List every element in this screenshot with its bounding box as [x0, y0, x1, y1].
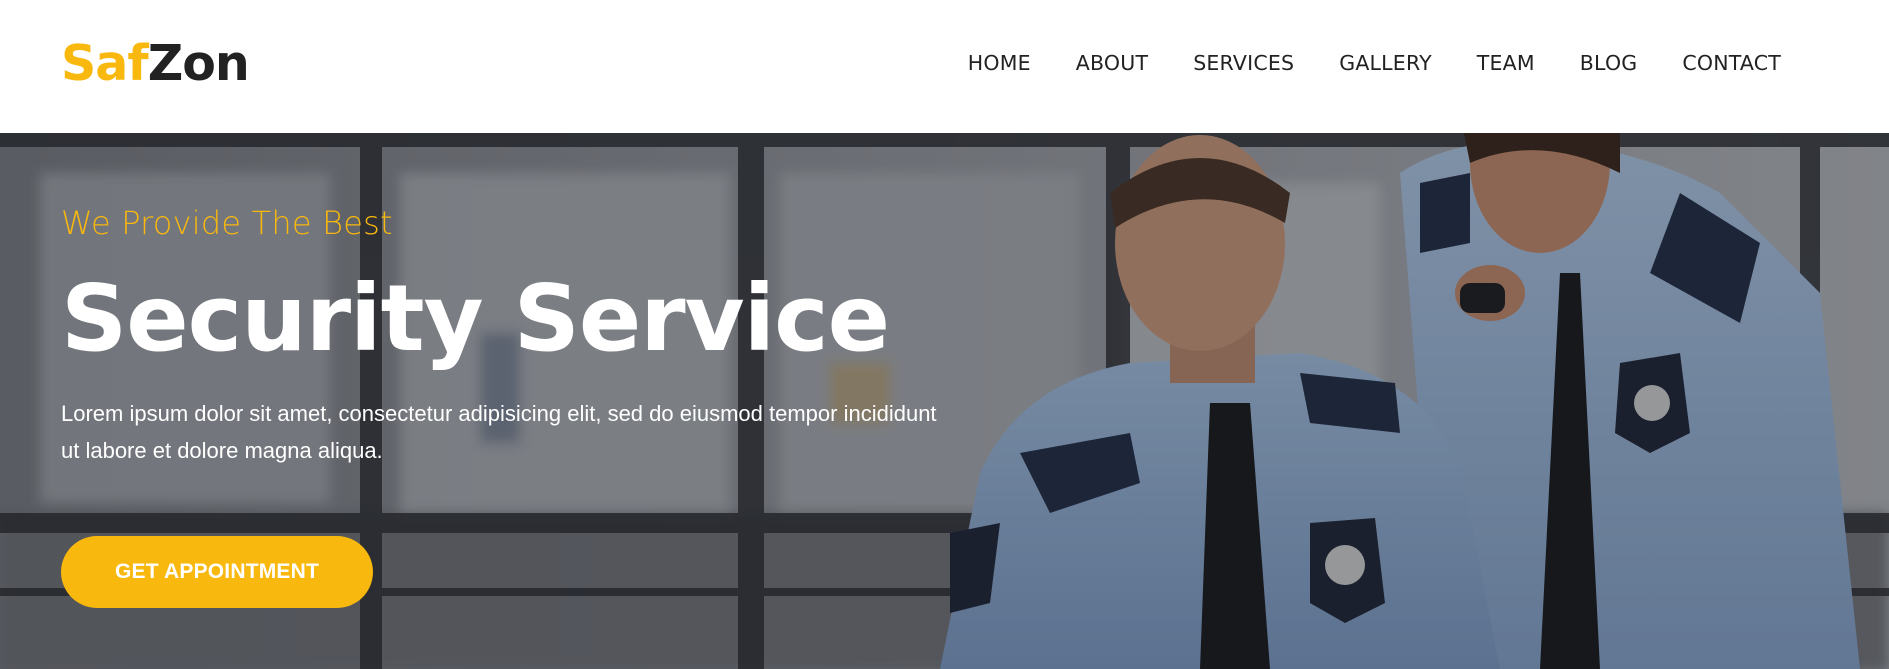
hero-description: Lorem ipsum dolor sit amet, consectetur …: [61, 401, 937, 463]
site-logo[interactable]: SafZon: [61, 35, 250, 92]
nav-item-blog[interactable]: BLOG: [1580, 50, 1638, 76]
hero-headline: Security Service: [61, 265, 890, 372]
logo-part-zon: Zon: [147, 35, 250, 92]
hero-content: We Provide The Best Security Service Lor…: [61, 205, 941, 469]
nav-item-gallery[interactable]: GALLERY: [1339, 50, 1432, 76]
nav-item-home[interactable]: HOME: [968, 50, 1031, 76]
hero-section: We Provide The Best Security Service Lor…: [0, 133, 1889, 669]
logo-part-saf: Saf: [61, 35, 149, 92]
nav-item-contact[interactable]: CONTACT: [1682, 50, 1781, 76]
nav-item-services[interactable]: SERVICES: [1193, 50, 1294, 76]
site-header: SafZon HOME ABOUT SERVICES GALLERY TEAM …: [0, 0, 1889, 133]
nav-item-team[interactable]: TEAM: [1477, 50, 1535, 76]
get-appointment-button[interactable]: GET APPOINTMENT: [61, 536, 373, 608]
hero-tagline: We Provide The Best: [61, 204, 393, 242]
nav-item-about[interactable]: ABOUT: [1076, 50, 1148, 76]
main-nav: HOME ABOUT SERVICES GALLERY TEAM BLOG CO…: [923, 50, 1781, 76]
